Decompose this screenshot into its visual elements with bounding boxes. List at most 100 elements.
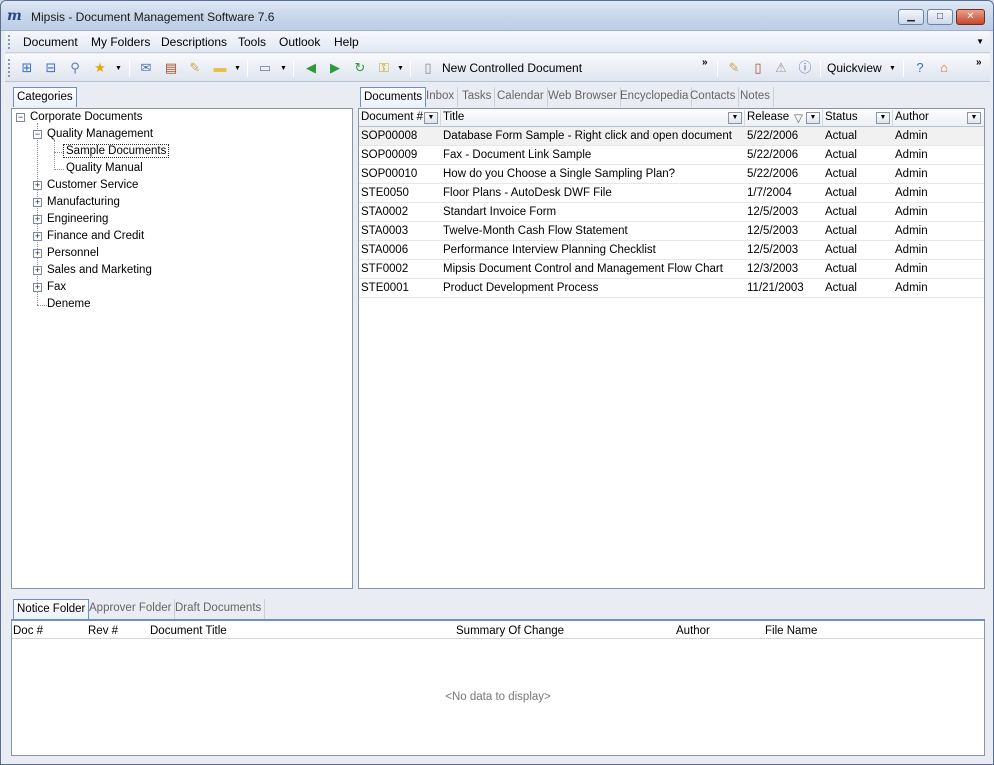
edit-document-icon[interactable]: ✎ [726, 60, 742, 76]
tab-encyclopedia[interactable]: Encyclopedia [617, 87, 693, 107]
lock-icon[interactable]: ⚿ [376, 60, 392, 76]
table-row[interactable]: SOP00008 Database Form Sample - Right cl… [359, 127, 984, 146]
tab-calendar[interactable]: Calendar [494, 87, 548, 107]
add-node-icon[interactable]: ⊟ [43, 60, 59, 76]
horizontal-splitter[interactable] [1, 592, 994, 597]
menu-my-folders[interactable]: My Folders [91, 35, 150, 49]
minimize-icon: ▁ [907, 11, 915, 22]
expand-icon[interactable]: + [33, 266, 42, 275]
column-header-author[interactable]: Author [895, 111, 929, 123]
tab-documents[interactable]: Documents [360, 87, 427, 107]
expand-icon[interactable]: + [33, 283, 42, 292]
tree-node-quality-manual[interactable]: Quality Manual [66, 160, 143, 177]
refresh-icon[interactable]: ↻ [352, 60, 368, 76]
column-header-document-number[interactable]: Document # [361, 111, 423, 123]
tab-notice-folder[interactable]: Notice Folder [13, 599, 90, 619]
toolbar-overflow-icon[interactable]: » [976, 57, 982, 68]
chevron-down-icon[interactable]: ▼ [280, 65, 287, 72]
tab-approver-folder[interactable]: Approver Folder [86, 599, 176, 619]
toolbar-grip[interactable] [8, 59, 11, 77]
info-icon[interactable]: ⓘ [797, 60, 813, 76]
menu-grip[interactable] [8, 35, 11, 49]
column-header-release[interactable]: Release [747, 111, 789, 123]
menu-document[interactable]: Document [23, 35, 78, 49]
collapse-icon[interactable]: − [33, 130, 42, 139]
column-separator[interactable] [440, 110, 441, 126]
tab-web-browser[interactable]: Web Browser [545, 87, 621, 107]
menu-descriptions[interactable]: Descriptions [161, 35, 227, 49]
tab-inbox[interactable]: Inbox [423, 87, 459, 107]
document-icon[interactable]: ▯ [750, 60, 766, 76]
quickview-button[interactable]: Quickview [827, 61, 882, 75]
expand-icon[interactable]: + [33, 232, 42, 241]
column-header-title[interactable]: Title [443, 111, 464, 123]
search-icon[interactable]: ⚲ [67, 60, 83, 76]
filter-dropdown-icon[interactable]: ▼ [806, 112, 820, 124]
filter-dropdown-icon[interactable]: ▼ [424, 112, 438, 124]
warning-icon[interactable]: ⚠ [773, 60, 789, 76]
add-child-node-icon[interactable]: ⊞ [19, 60, 35, 76]
menu-help[interactable]: Help [334, 35, 359, 49]
home-icon[interactable]: ⌂ [936, 60, 952, 76]
close-button[interactable]: ✕ [956, 9, 985, 25]
table-row[interactable]: STA0006 Performance Interview Planning C… [359, 241, 984, 260]
column-header-rev-number[interactable]: Rev # [88, 625, 118, 637]
chevron-down-icon[interactable]: ▼ [397, 65, 404, 72]
filter-dropdown-icon[interactable]: ▼ [728, 112, 742, 124]
categories-tree: − Corporate Documents − Quality Manageme… [11, 108, 353, 589]
menu-overflow-icon[interactable]: ▼ [976, 37, 984, 46]
new-document-icon[interactable]: ▯ [420, 60, 436, 76]
tree-node-deneme[interactable]: Deneme [47, 296, 90, 313]
maximize-button[interactable]: □ [927, 9, 953, 25]
column-header-document-title[interactable]: Document Title [150, 625, 227, 637]
table-row[interactable]: STF0002 Mipsis Document Control and Mana… [359, 260, 984, 279]
forward-arrow-icon[interactable]: ▶ [327, 60, 343, 76]
column-separator[interactable] [892, 110, 893, 126]
tab-tasks[interactable]: Tasks [459, 87, 496, 107]
tree-node-sample-documents[interactable]: Sample Documents [62, 143, 170, 160]
back-arrow-icon[interactable]: ◀ [303, 60, 319, 76]
expand-icon[interactable]: + [33, 249, 42, 258]
new-controlled-document-button[interactable]: New Controlled Document [442, 61, 582, 75]
table-row[interactable]: STE0001 Product Development Process 11/2… [359, 279, 984, 298]
calendar-icon[interactable]: ▤ [163, 60, 179, 76]
column-header-author[interactable]: Author [676, 625, 710, 637]
column-header-summary-of-change[interactable]: Summary Of Change [456, 625, 564, 637]
column-header-file-name[interactable]: File Name [765, 625, 817, 637]
tab-notes[interactable]: Notes [737, 87, 775, 107]
expand-icon[interactable]: + [33, 198, 42, 207]
table-row[interactable]: SOP00010 How do you Choose a Single Samp… [359, 165, 984, 184]
column-separator[interactable] [744, 110, 745, 126]
cell-document-number: STE0001 [361, 282, 409, 294]
table-row[interactable]: STA0003 Twelve-Month Cash Flow Statement… [359, 222, 984, 241]
menu-tools[interactable]: Tools [238, 35, 266, 49]
expand-icon[interactable]: + [33, 215, 42, 224]
tab-categories[interactable]: Categories [13, 87, 77, 107]
table-row[interactable]: STA0002 Standart Invoice Form 12/5/2003 … [359, 203, 984, 222]
chevron-down-icon[interactable]: ▼ [234, 65, 241, 72]
expand-icon[interactable]: + [33, 181, 42, 190]
table-row[interactable]: STE0050 Floor Plans - AutoDesk DWF File … [359, 184, 984, 203]
tab-draft-documents[interactable]: Draft Documents [172, 599, 266, 619]
table-row[interactable]: SOP00009 Fax - Document Link Sample 5/22… [359, 146, 984, 165]
column-header-status[interactable]: Status [825, 111, 858, 123]
tree-node-label: Sample Documents [62, 144, 170, 158]
favorites-star-icon[interactable]: ★ [92, 60, 108, 76]
column-header-doc-number[interactable]: Doc # [13, 625, 43, 637]
folder-icon[interactable]: ▬ [212, 60, 228, 76]
collapse-icon[interactable]: − [16, 113, 25, 122]
toolbar-overflow-icon[interactable]: » [702, 57, 708, 68]
minimize-button[interactable]: ▁ [898, 9, 924, 25]
filter-dropdown-icon[interactable]: ▼ [876, 112, 890, 124]
keyboard-icon[interactable]: ▭ [257, 60, 273, 76]
chevron-down-icon[interactable]: ▼ [889, 65, 896, 72]
menu-outlook[interactable]: Outlook [279, 35, 320, 49]
tab-contacts[interactable]: Contacts [687, 87, 740, 107]
help-icon[interactable]: ? [912, 60, 928, 76]
filter-dropdown-icon[interactable]: ▼ [967, 112, 981, 124]
title-bar[interactable]: m Mipsis - Document Management Software … [1, 1, 993, 31]
chevron-down-icon[interactable]: ▼ [115, 65, 122, 72]
notes-icon[interactable]: ✎ [187, 60, 203, 76]
column-separator[interactable] [822, 110, 823, 126]
mail-icon[interactable]: ✉ [138, 60, 154, 76]
